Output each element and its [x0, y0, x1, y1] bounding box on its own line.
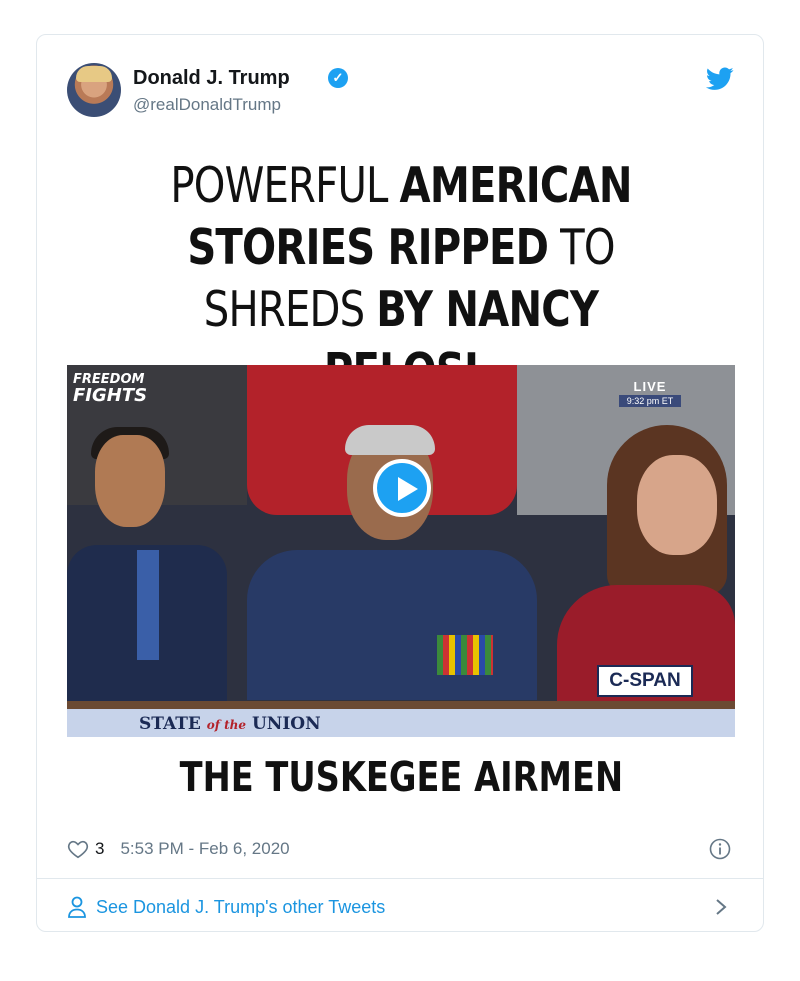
tweet-timestamp[interactable]: 5:53 PM - Feb 6, 2020 [120, 839, 289, 859]
twitter-bird-icon[interactable] [706, 67, 734, 91]
author-handle[interactable]: @realDonaldTrump [133, 95, 281, 115]
video-player[interactable]: FREEDOM FIGHTS LIVE 9:32 pm ET C-SPAN ST… [67, 365, 735, 737]
see-more-label[interactable]: See Donald J. Trump's other Tweets [96, 897, 385, 918]
author-name[interactable]: Donald J. Trump [133, 67, 290, 90]
person-icon [68, 896, 86, 918]
tweet-meta: 3 5:53 PM - Feb 6, 2020 [67, 837, 290, 861]
verified-badge-icon: ✓ [328, 68, 348, 88]
live-time: 9:32 pm ET [619, 395, 681, 407]
video-person [547, 425, 735, 705]
tweet-media[interactable]: POWERFUL AMERICAN STORIES RIPPED TO SHRE… [67, 155, 735, 810]
divider [37, 878, 763, 879]
chevron-right-icon[interactable] [713, 897, 729, 917]
freedom-fights-watermark: FREEDOM FIGHTS [73, 372, 148, 406]
avatar[interactable] [67, 63, 121, 117]
tweet-card: Donald J. Trump ✓ @realDonaldTrump POWER… [36, 34, 764, 932]
see-more-tweets-link[interactable]: See Donald J. Trump's other Tweets [67, 895, 385, 919]
info-icon[interactable] [709, 838, 731, 860]
play-icon[interactable] [373, 459, 431, 517]
live-label: LIVE [633, 379, 667, 394]
network-logo: C-SPAN [597, 665, 693, 697]
heart-icon[interactable] [67, 838, 89, 860]
state-of-the-union-banner: STATE of the UNION [139, 714, 321, 734]
like-count[interactable]: 3 [95, 839, 104, 859]
video-caption: THE TUSKEGEE AIRMEN [179, 753, 623, 801]
video-person [67, 425, 227, 705]
